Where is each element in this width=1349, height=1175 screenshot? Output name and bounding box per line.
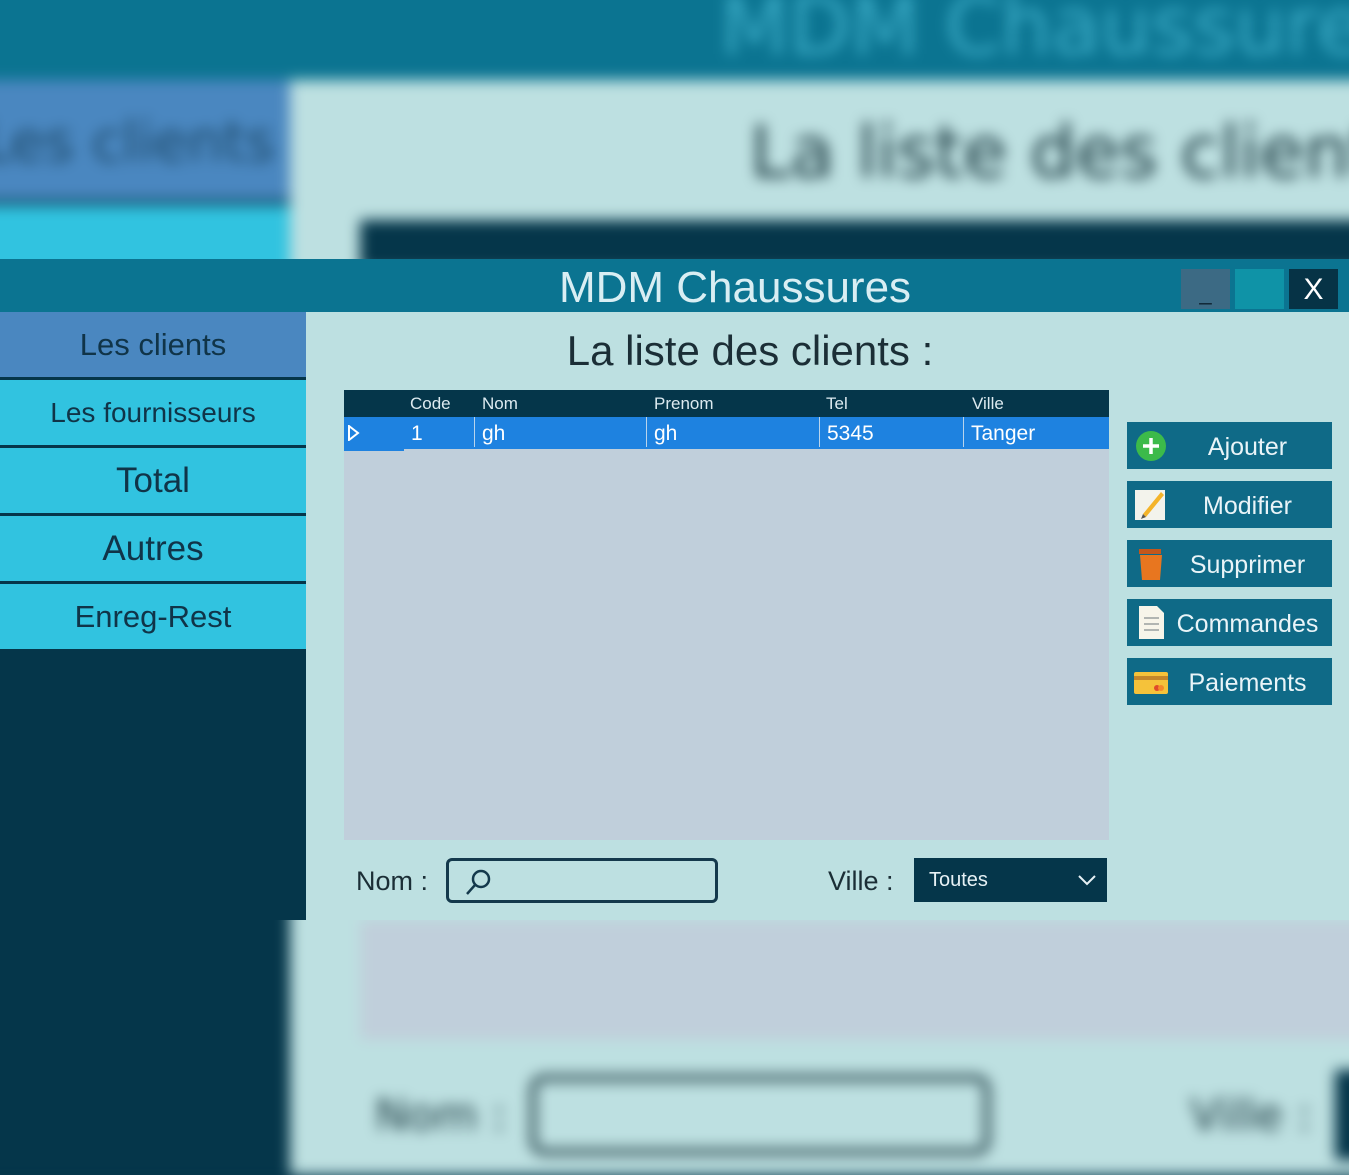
table-header: Code Nom Prenom Tel Ville — [344, 390, 1109, 417]
minimize-button[interactable]: _ — [1181, 269, 1230, 309]
commandes-label: Commandes — [1176, 610, 1319, 638]
background-ville-label: Ville : — [1190, 1090, 1312, 1141]
nom-search-field[interactable] — [446, 858, 718, 903]
sidebar-item-fournisseurs[interactable]: Les fournisseurs — [0, 380, 306, 445]
ajouter-label: Ajouter — [1207, 433, 1288, 461]
supprimer-label: Supprimer — [1189, 551, 1306, 579]
title-bar[interactable]: MDM Chaussures _ X — [0, 259, 1349, 312]
column-header-prenom[interactable]: Prenom — [654, 390, 714, 417]
ville-label: Ville : — [828, 866, 894, 896]
supprimer-button[interactable]: Supprimer — [1127, 540, 1332, 587]
background-app-title: MDM Chaussures — [720, 0, 1349, 73]
ville-selected-value: Toutes — [929, 869, 988, 891]
cell-nom[interactable]: gh — [474, 417, 646, 447]
nom-label: Nom : — [356, 866, 429, 896]
column-header-tel[interactable]: Tel — [826, 390, 848, 417]
paiements-label: Paiements — [1188, 669, 1307, 697]
column-header-code[interactable]: Code — [410, 390, 451, 417]
background-sidebar-label: Les clients — [0, 110, 275, 175]
modifier-button[interactable]: Modifier — [1127, 481, 1332, 528]
paiements-button[interactable]: Paiements — [1127, 658, 1332, 705]
commandes-button[interactable]: Commandes — [1127, 599, 1332, 646]
table-row[interactable]: 1 gh gh 5345 Tanger — [344, 417, 1109, 449]
background-heading: La liste des clients : — [750, 110, 1349, 194]
cell-ville[interactable]: Tanger — [963, 417, 1109, 447]
row-pointer-icon — [348, 425, 360, 441]
search-icon — [466, 869, 491, 895]
clients-table[interactable]: Code Nom Prenom Tel Ville 1 gh gh 5345 T… — [344, 390, 1109, 840]
sidebar: Les clients Les fournisseurs Total Autre… — [0, 312, 306, 920]
app-window: MDM Chaussures _ X Les clients Les fourn… — [0, 259, 1349, 920]
close-button[interactable]: X — [1289, 269, 1338, 309]
page-title: La liste des clients : — [566, 327, 934, 374]
column-header-nom[interactable]: Nom — [482, 390, 518, 417]
ajouter-button[interactable]: Ajouter — [1127, 422, 1332, 469]
sidebar-item-enreg-rest[interactable]: Enreg-Rest — [0, 584, 306, 649]
cell-code[interactable]: 1 — [404, 417, 474, 447]
sidebar-item-autres[interactable]: Autres — [0, 516, 306, 581]
maximize-button[interactable] — [1235, 269, 1284, 309]
app-title: MDM Chaussures — [558, 263, 912, 312]
cell-tel[interactable]: 5345 — [819, 417, 963, 447]
modifier-label: Modifier — [1203, 492, 1292, 520]
row-selector[interactable] — [344, 417, 404, 449]
sidebar-item-total[interactable]: Total — [0, 448, 306, 513]
ville-dropdown[interactable]: Toutes — [914, 858, 1107, 902]
column-header-ville[interactable]: Ville — [972, 390, 1004, 417]
sidebar-item-clients[interactable]: Les clients — [0, 312, 306, 377]
background-nom-label: Nom : — [375, 1090, 507, 1141]
cell-prenom[interactable]: gh — [646, 417, 819, 447]
nom-search-input[interactable] — [497, 865, 711, 899]
chevron-down-icon — [1078, 875, 1096, 886]
